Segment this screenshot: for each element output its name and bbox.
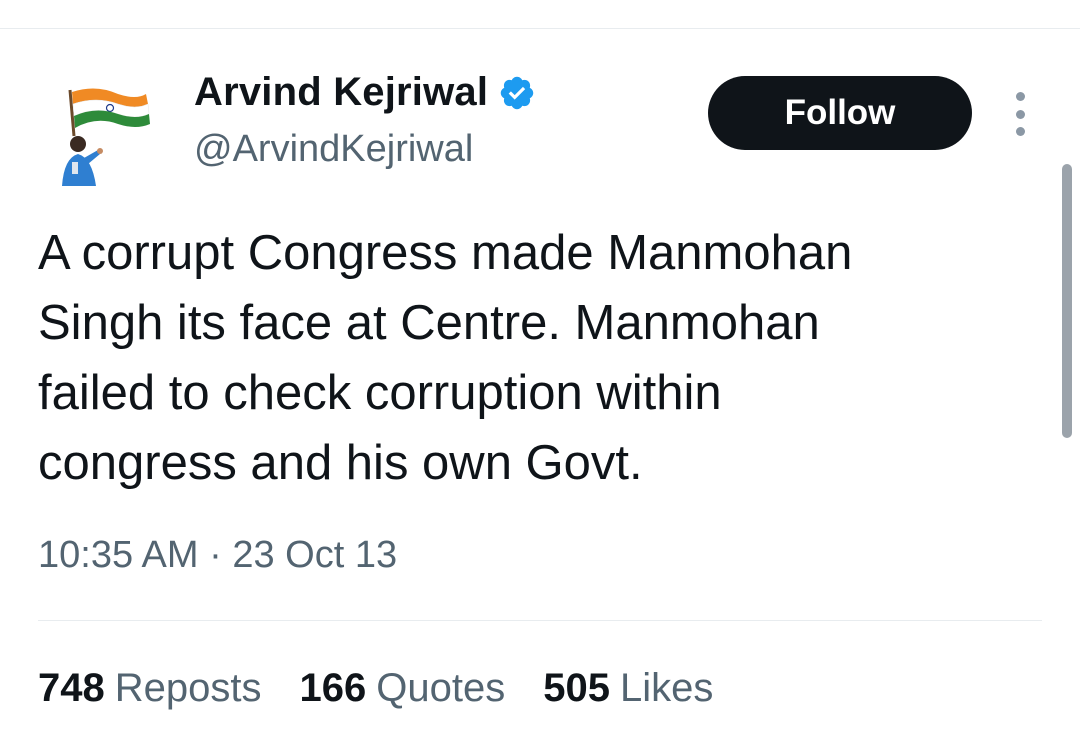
stat-count: 166: [299, 666, 367, 710]
avatar-image: [62, 88, 150, 186]
more-dot: [1015, 92, 1025, 101]
top-divider: [0, 28, 1080, 29]
stat-count: 505: [543, 666, 610, 710]
tweet-timestamp[interactable]: 10:35 AM · 23 Oct 13: [38, 534, 397, 577]
stats-divider: [38, 620, 1042, 621]
tweet-text: A corrupt Congress made Manmohan Singh i…: [38, 226, 853, 490]
more-dot: [1015, 127, 1025, 136]
follow-button[interactable]: Follow: [708, 76, 972, 150]
stat-label: Reposts: [114, 666, 262, 710]
verified-badge-icon[interactable]: [498, 74, 536, 112]
stat-reposts[interactable]: 748 Reposts: [38, 666, 262, 711]
author-name[interactable]: Arvind Kejriwal: [194, 70, 536, 115]
stat-count: 748: [38, 666, 105, 710]
stat-likes[interactable]: 505 Likes: [543, 666, 713, 711]
tweet-stats: 748 Reposts 166 Quotes 505 Likes: [38, 666, 713, 711]
author-name-text[interactable]: Arvind Kejriwal: [194, 70, 488, 115]
avatar[interactable]: [44, 78, 156, 190]
stat-quotes[interactable]: 166 Quotes: [300, 666, 506, 711]
scrollbar[interactable]: [1062, 164, 1072, 438]
author-handle[interactable]: @ArvindKejriwal: [194, 128, 473, 171]
more-options-icon[interactable]: [1004, 92, 1036, 136]
stat-label: Quotes: [376, 666, 506, 710]
stat-label: Likes: [619, 666, 714, 710]
more-dot: [1015, 109, 1025, 119]
